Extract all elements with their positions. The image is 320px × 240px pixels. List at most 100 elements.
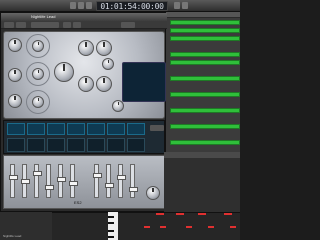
- mod-slot[interactable]: [67, 123, 85, 135]
- track-lane: [164, 28, 240, 35]
- midi-note[interactable]: [208, 226, 214, 228]
- mod-slot[interactable]: [127, 123, 145, 135]
- paste-button[interactable]: [73, 22, 81, 28]
- env-fader[interactable]: [105, 164, 114, 198]
- compare-button[interactable]: [16, 22, 26, 28]
- env-fader[interactable]: [129, 164, 138, 198]
- plugin-window: Nightlife Lead ES2: [0, 12, 167, 212]
- osc1-waveform-knob[interactable]: [32, 40, 44, 52]
- fader-handle[interactable]: [33, 171, 42, 176]
- env-fader[interactable]: [9, 164, 18, 198]
- midi-note[interactable]: [176, 213, 184, 215]
- fader-handle[interactable]: [69, 181, 78, 186]
- env-fader[interactable]: [69, 164, 78, 198]
- filter-cutoff-knob[interactable]: [78, 40, 94, 56]
- rewind-button[interactable]: [70, 2, 76, 9]
- midi-region[interactable]: [170, 92, 240, 97]
- plugin-toolbar: [1, 21, 167, 29]
- mod-source[interactable]: [87, 138, 105, 152]
- midi-region[interactable]: [170, 20, 240, 25]
- osc3-frequency-knob[interactable]: [8, 94, 22, 108]
- mod-source[interactable]: [127, 138, 145, 152]
- midi-note[interactable]: [144, 226, 150, 228]
- modulation-router: [3, 120, 165, 154]
- midi-region[interactable]: [170, 60, 240, 65]
- black-key[interactable]: [108, 222, 114, 224]
- cycle-button[interactable]: [174, 2, 180, 9]
- env-fader[interactable]: [33, 164, 42, 198]
- mod-source[interactable]: [7, 138, 25, 152]
- midi-region[interactable]: [170, 36, 240, 41]
- env-fader[interactable]: [21, 164, 30, 198]
- filter2-cutoff-knob[interactable]: [78, 76, 94, 92]
- plugin-title[interactable]: Nightlife Lead: [1, 13, 167, 21]
- midi-note[interactable]: [198, 213, 206, 215]
- play-button[interactable]: [78, 2, 84, 9]
- track-lane: [164, 20, 240, 27]
- osc2-frequency-knob[interactable]: [8, 68, 22, 82]
- bypass-button[interactable]: [4, 22, 14, 28]
- filter-resonance-knob[interactable]: [96, 40, 112, 56]
- midi-note[interactable]: [160, 226, 166, 228]
- midi-region[interactable]: [170, 124, 240, 129]
- midi-note[interactable]: [230, 226, 236, 228]
- mod-slot[interactable]: [7, 123, 25, 135]
- position-display: 01:01:54:00:00: [96, 1, 168, 11]
- fader-handle[interactable]: [129, 187, 138, 192]
- mod-source[interactable]: [27, 138, 45, 152]
- midi-region[interactable]: [170, 52, 240, 57]
- record-button[interactable]: [86, 2, 92, 9]
- editor-pane[interactable]: [164, 158, 240, 212]
- fader-handle[interactable]: [45, 185, 54, 190]
- fader-handle[interactable]: [105, 183, 114, 188]
- track-lane: [164, 92, 240, 99]
- mod-source[interactable]: [67, 138, 85, 152]
- fader-handle[interactable]: [9, 175, 18, 180]
- envelope-panel: ES2: [3, 155, 165, 209]
- midi-region[interactable]: [170, 76, 240, 81]
- mod-source[interactable]: [107, 138, 125, 152]
- osc2-waveform-knob[interactable]: [32, 68, 44, 80]
- bar-ruler[interactable]: [164, 12, 240, 18]
- transport-bar: 01:01:54:00:00: [0, 0, 240, 12]
- env-fader[interactable]: [57, 164, 66, 198]
- midi-region[interactable]: [170, 140, 240, 145]
- mod-slot[interactable]: [107, 123, 125, 135]
- mod-slot[interactable]: [47, 123, 65, 135]
- volume-knob[interactable]: [146, 186, 160, 200]
- oscillator-panel: [3, 31, 166, 119]
- view-menu[interactable]: [121, 22, 135, 28]
- black-key[interactable]: [108, 236, 114, 238]
- black-key[interactable]: [108, 216, 114, 218]
- midi-note[interactable]: [224, 213, 232, 215]
- router-toggle-button[interactable]: [150, 125, 164, 131]
- osc-mix-triangle[interactable]: [54, 62, 74, 82]
- mod-slot[interactable]: [87, 123, 105, 135]
- fader-handle[interactable]: [93, 173, 102, 178]
- plugin-name: ES2: [74, 200, 82, 205]
- track-lane: [164, 76, 240, 83]
- copy-button[interactable]: [63, 22, 71, 28]
- preset-menu[interactable]: [31, 22, 59, 28]
- track-lane: [164, 52, 240, 59]
- mod-source[interactable]: [47, 138, 65, 152]
- osc1-frequency-knob[interactable]: [8, 38, 22, 52]
- filter-blend-knob[interactable]: [102, 58, 114, 70]
- midi-region[interactable]: [170, 28, 240, 33]
- filter2-resonance-knob[interactable]: [96, 76, 112, 92]
- fader-handle[interactable]: [21, 179, 30, 184]
- black-key[interactable]: [108, 230, 114, 232]
- midi-note[interactable]: [156, 213, 164, 215]
- output-display: [122, 62, 166, 102]
- midi-region[interactable]: [170, 108, 240, 113]
- osc3-waveform-knob[interactable]: [32, 96, 44, 108]
- track-lane: [164, 140, 240, 147]
- fader-handle[interactable]: [57, 177, 66, 182]
- fader-handle[interactable]: [117, 175, 126, 180]
- midi-note[interactable]: [186, 226, 192, 228]
- mod-slot[interactable]: [27, 123, 45, 135]
- tuner-button[interactable]: [182, 2, 188, 9]
- env-fader[interactable]: [45, 164, 54, 198]
- env-fader[interactable]: [117, 164, 126, 198]
- env-fader[interactable]: [93, 164, 102, 198]
